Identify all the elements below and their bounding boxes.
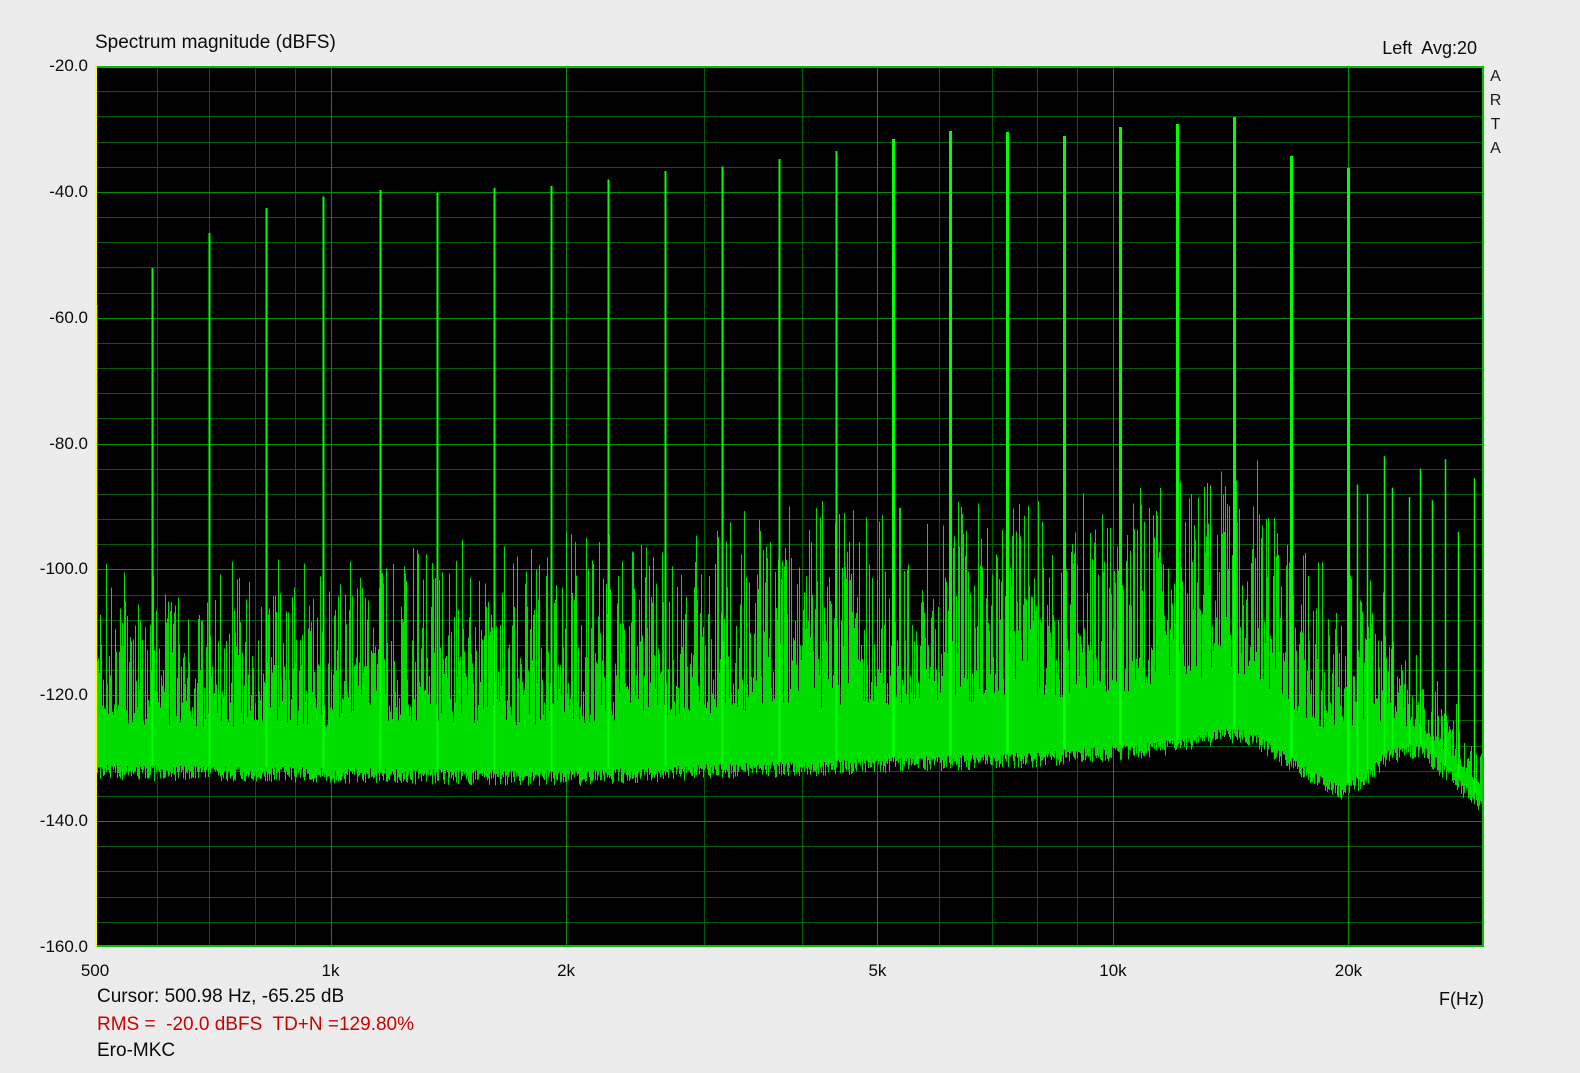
x-tick-label: 500 bbox=[81, 961, 109, 981]
y-tick-label: -160.0 bbox=[26, 937, 88, 957]
y-tick-label: -60.0 bbox=[26, 308, 88, 328]
signature-label: Ero-MKC bbox=[97, 1040, 175, 1062]
cursor-readout: Cursor: 500.98 Hz, -65.25 dB bbox=[97, 986, 344, 1008]
rms-thdn-readout: RMS = -20.0 dBFS TD+N =129.80% bbox=[97, 1014, 414, 1036]
page-title: Spectrum magnitude (dBFS) bbox=[95, 32, 336, 54]
x-tick-label: 5k bbox=[868, 961, 886, 981]
x-tick-label: 2k bbox=[557, 961, 575, 981]
x-tick-label: 20k bbox=[1335, 961, 1362, 981]
x-tick-label: 10k bbox=[1099, 961, 1126, 981]
arta-spectrum-window: Spectrum magnitude (dBFS) Left Avg:20 AR… bbox=[0, 0, 1580, 1073]
spectrum-plot-area[interactable] bbox=[95, 66, 1484, 947]
y-tick-label: -20.0 bbox=[26, 56, 88, 76]
arta-watermark: ARTA bbox=[1487, 68, 1503, 164]
x-tick-label: 1k bbox=[322, 961, 340, 981]
y-tick-label: -80.0 bbox=[26, 434, 88, 454]
y-tick-label: -100.0 bbox=[26, 559, 88, 579]
x-axis-unit: F(Hz) bbox=[1439, 989, 1484, 1010]
channel-avg-label: Left Avg:20 bbox=[1382, 38, 1477, 59]
spectrum-canvas[interactable] bbox=[95, 66, 1484, 947]
y-tick-label: -140.0 bbox=[26, 811, 88, 831]
y-tick-label: -40.0 bbox=[26, 182, 88, 202]
y-tick-label: -120.0 bbox=[26, 685, 88, 705]
